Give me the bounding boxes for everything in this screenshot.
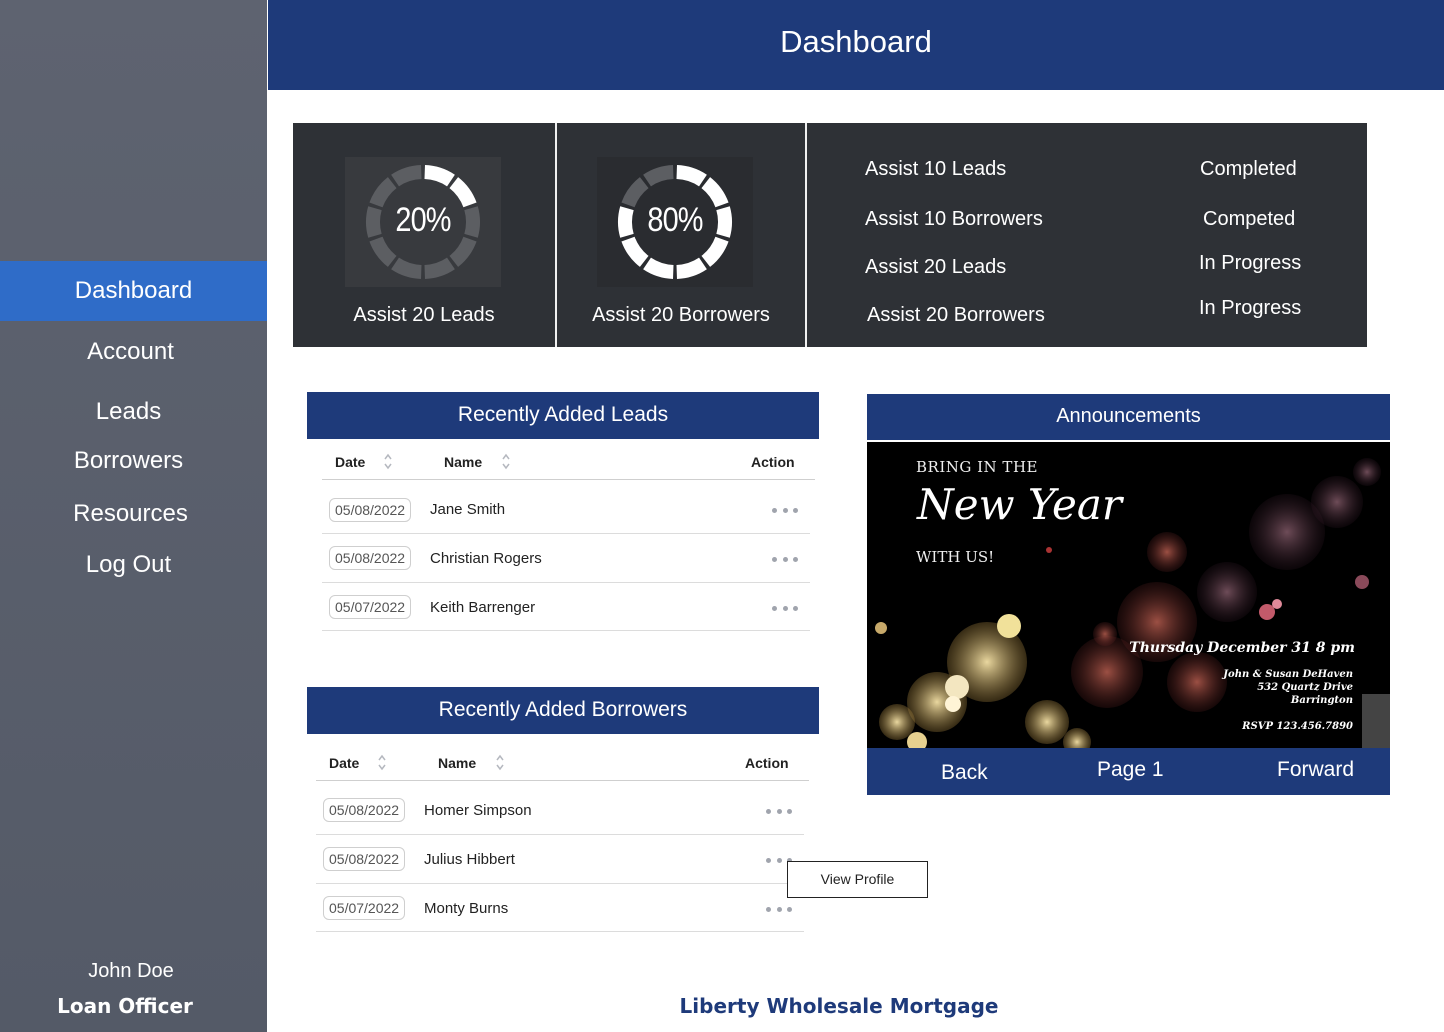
sidebar-item-leads[interactable]: Leads (0, 398, 262, 426)
page-title: Dashboard (780, 24, 932, 59)
col-date: Date (335, 454, 366, 470)
announcements-pager: Back Page 1 Forward (867, 748, 1390, 795)
progress-ring-leads: 20% (345, 157, 501, 287)
ring-segment (424, 165, 455, 187)
divider (316, 780, 809, 781)
announcement-flyer: BRING IN THE New Year WITH US! Thursday … (867, 442, 1390, 748)
forward-button[interactable]: Forward (1277, 758, 1354, 782)
ring-segment (701, 236, 729, 267)
flyer-address2: Barrington (1290, 695, 1353, 706)
divider (322, 479, 815, 480)
sort-icon[interactable] (501, 452, 511, 470)
divider (322, 582, 810, 583)
sort-icon[interactable] (495, 753, 505, 771)
flyer-when: Thursday December 31 8 pm (1129, 640, 1355, 656)
divider (316, 931, 804, 932)
ring-percent: 80% (647, 201, 703, 239)
date-chip: 05/07/2022 (329, 595, 412, 619)
more-actions-icon[interactable] (766, 807, 792, 815)
task-name: Assist 20 Leads (865, 256, 1007, 278)
leads-table-title: Recently Added Leads (307, 392, 819, 439)
ring-segment (391, 165, 422, 187)
page-indicator: Page 1 (1097, 758, 1164, 781)
ring-segment (676, 257, 707, 279)
task-status: Competed (1203, 208, 1296, 230)
more-actions-icon[interactable] (772, 506, 798, 514)
date-chip: 05/08/2022 (323, 798, 406, 822)
announcements-title: Announcements (867, 394, 1390, 440)
flyer-host: John & Susan DeHaven (1223, 669, 1353, 680)
sidebar-item-dashboard[interactable]: Dashboard (0, 261, 267, 321)
flyer-line1: BRING IN THE (916, 458, 1038, 476)
sidebar-item-account[interactable]: Account (0, 338, 264, 366)
divider (316, 883, 804, 884)
divider (322, 630, 810, 631)
divider (322, 533, 810, 534)
col-name: Name (444, 454, 483, 470)
user-role: Loan Officer (57, 994, 193, 1018)
more-actions-icon[interactable] (766, 905, 792, 913)
ring-segment (621, 236, 649, 267)
sidebar-item-logout[interactable]: Log Out (0, 551, 262, 579)
flyer-script: New Year (917, 480, 1122, 529)
task-name: Assist 20 Borrowers (867, 304, 1045, 326)
back-button[interactable]: Back (941, 761, 988, 785)
ring-label: Assist 20 Leads (353, 304, 495, 326)
divider (805, 123, 807, 347)
ring-label: Assist 20 Borrowers (592, 304, 770, 326)
task-name: Assist 10 Borrowers (865, 208, 1043, 230)
date-chip: 05/07/2022 (323, 896, 406, 920)
more-actions-icon[interactable] (772, 555, 798, 563)
date-chip: 05/08/2022 (329, 546, 412, 570)
sidebar-item-resources[interactable]: Resources (0, 500, 264, 528)
task-status: In Progress (1199, 297, 1302, 319)
ring-segment (643, 165, 674, 187)
row-name: Christian Rogers (430, 550, 542, 567)
row-name: Homer Simpson (424, 802, 532, 819)
row-name: Monty Burns (424, 900, 509, 917)
flyer-line2: WITH US! (916, 548, 995, 566)
ring-segment (676, 165, 707, 187)
date-chip: 05/08/2022 (329, 498, 412, 522)
brand-name: Liberty Wholesale Mortgage (679, 994, 999, 1018)
ring-segment (391, 257, 422, 279)
row-name: Keith Barrenger (430, 599, 536, 616)
flyer-address1: 532 Quartz Drive (1257, 682, 1353, 693)
row-name: Julius Hibbert (424, 851, 515, 868)
divider (316, 834, 804, 835)
date-chip: 05/08/2022 (323, 847, 406, 871)
ring-segment (643, 257, 674, 279)
ring-segment (449, 236, 477, 267)
sidebar-item-borrowers[interactable]: Borrowers (0, 447, 262, 475)
page-header: Dashboard (268, 0, 1444, 90)
more-actions-icon[interactable] (772, 604, 798, 612)
col-action: Action (745, 755, 789, 771)
col-action: Action (751, 454, 795, 470)
ring-segment (369, 236, 397, 267)
ring-percent: 20% (395, 201, 451, 239)
progress-ring-borrowers: 80% (597, 157, 753, 287)
borrowers-table-title: Recently Added Borrowers (307, 687, 819, 734)
task-status: Completed (1200, 158, 1297, 180)
ring-segment (424, 257, 455, 279)
sort-icon[interactable] (377, 753, 387, 771)
user-name: John Doe (88, 960, 174, 982)
row-name: Jane Smith (430, 501, 506, 518)
col-name: Name (438, 755, 477, 771)
sort-icon[interactable] (383, 452, 393, 470)
sidebar: Dashboard Account Leads Borrowers Resour… (0, 0, 267, 1032)
flyer-rsvp: RSVP 123.456.7890 (1242, 721, 1353, 732)
task-status: In Progress (1199, 252, 1302, 274)
col-date: Date (329, 755, 360, 771)
task-name: Assist 10 Leads (865, 158, 1007, 180)
view-profile-menu-item[interactable]: View Profile (787, 861, 928, 898)
